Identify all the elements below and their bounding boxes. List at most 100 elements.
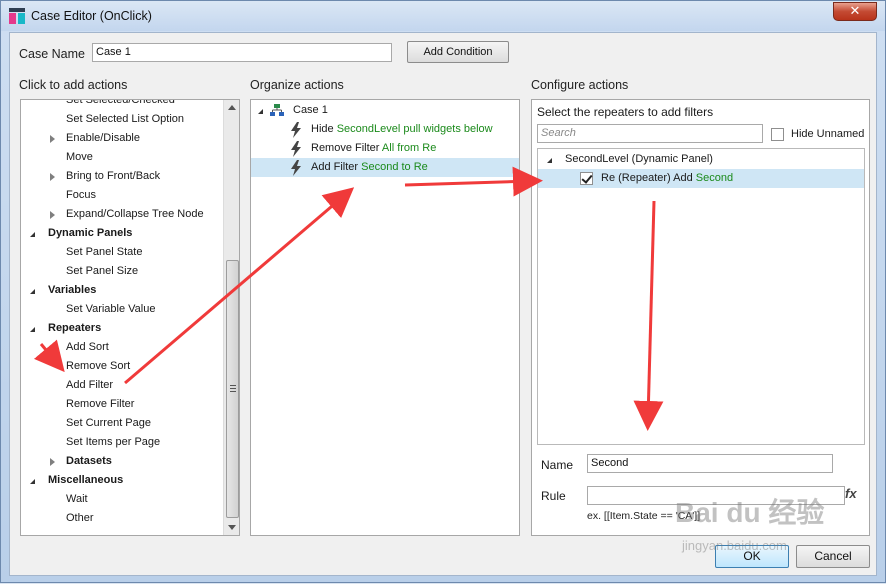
scroll-thumb[interactable]	[226, 260, 239, 518]
case-tree-icon	[270, 104, 284, 116]
tree-node-label: Re (Repeater) Add Second	[601, 172, 734, 184]
action-label: Set Variable Value	[66, 303, 156, 315]
action-label: Remove Filter	[66, 398, 135, 410]
action-label: Miscellaneous	[48, 474, 124, 486]
action-label: Set Selected/Checked	[66, 99, 175, 106]
action-label: Expand/Collapse Tree Node	[66, 208, 204, 220]
scroll-down-icon[interactable]	[228, 525, 236, 530]
action-label: Set Selected List Option	[66, 113, 185, 125]
select-repeaters-label: Select the repeaters to add filters	[537, 105, 714, 119]
repeater-checkbox[interactable]	[580, 172, 593, 185]
window-title: Case Editor (OnClick)	[31, 9, 152, 23]
collapse-icon[interactable]	[30, 289, 35, 294]
case-tree-node[interactable]: Case 1	[251, 101, 519, 120]
action-item[interactable]: Add Sort	[21, 338, 221, 357]
rule-label: Rule	[541, 489, 566, 503]
lightning-icon	[291, 122, 301, 138]
action-item[interactable]: Enable/Disable	[21, 129, 221, 148]
lightning-icon	[291, 141, 301, 157]
watermark-url: jingyan.baidu.com	[682, 538, 787, 553]
filter-name-input[interactable]: Second	[587, 454, 833, 473]
action-category[interactable]: Variables	[21, 281, 221, 300]
action-text: Hide SecondLevel pull widgets below	[311, 123, 493, 135]
tree-node-label: SecondLevel (Dynamic Panel)	[565, 153, 713, 165]
hide-unnamed-checkbox[interactable]	[771, 128, 784, 141]
case-editor-window: Case Editor (OnClick) ✕ Case Name Case 1…	[0, 0, 886, 583]
add-condition-button[interactable]: Add Condition	[407, 41, 509, 63]
repeater-search-input[interactable]: Search	[537, 124, 763, 143]
expand-icon[interactable]	[50, 458, 55, 466]
tree-node-dynamic-panel[interactable]: SecondLevel (Dynamic Panel)	[538, 150, 864, 169]
left-column-header: Click to add actions	[19, 78, 128, 92]
configure-actions-panel: Select the repeaters to add filters Sear…	[531, 99, 870, 536]
watermark-brand: Bai du 经验	[675, 497, 825, 528]
action-category[interactable]: Datasets	[21, 452, 221, 471]
organized-action[interactable]: Remove Filter All from Re	[251, 139, 519, 158]
action-label: Remove Sort	[66, 360, 131, 372]
close-icon[interactable]: ✕	[833, 2, 877, 21]
organized-action[interactable]: Hide SecondLevel pull widgets below	[251, 120, 519, 139]
expand-icon[interactable]	[50, 173, 55, 181]
action-label: Bring to Front/Back	[66, 170, 161, 182]
action-label: Focus	[66, 189, 96, 201]
action-item[interactable]: Set Selected/Checked	[21, 99, 221, 110]
lightning-icon	[291, 160, 301, 176]
action-item[interactable]: Wait	[21, 490, 221, 509]
title-bar[interactable]: Case Editor (OnClick) ✕	[1, 1, 885, 31]
name-label: Name	[541, 458, 574, 472]
action-category[interactable]: Miscellaneous	[21, 471, 221, 490]
actions-scrollbar[interactable]	[223, 100, 239, 535]
action-item[interactable]: Set Items per Page	[21, 433, 221, 452]
action-item[interactable]: Bring to Front/Back	[21, 167, 221, 186]
tree-node-repeater[interactable]: Re (Repeater) Add Second	[538, 169, 864, 188]
action-label: Set Items per Page	[66, 436, 161, 448]
action-item[interactable]: Set Variable Value	[21, 300, 221, 319]
collapse-icon[interactable]	[30, 479, 35, 484]
action-item[interactable]: Remove Sort	[21, 357, 221, 376]
action-label: Add Sort	[66, 341, 109, 353]
action-label: Add Filter	[66, 379, 114, 391]
middle-column-header: Organize actions	[250, 78, 344, 92]
hide-unnamed-label: Hide Unnamed	[791, 128, 865, 140]
action-label: Datasets	[66, 455, 112, 467]
action-label: Set Panel Size	[66, 265, 139, 277]
action-label: Set Current Page	[66, 417, 151, 429]
collapse-icon[interactable]	[547, 158, 552, 163]
actions-list-panel: Set Selected/Checked Set Selected List Op…	[20, 99, 240, 536]
action-label: Other	[66, 512, 94, 524]
action-item[interactable]: Move	[21, 148, 221, 167]
dialog-client: Case Name Case 1 Add Condition Click to …	[9, 32, 877, 576]
action-label: Set Panel State	[66, 246, 143, 258]
action-category[interactable]: Repeaters	[21, 319, 221, 338]
action-item[interactable]: Set Current Page	[21, 414, 221, 433]
action-text: Remove Filter All from Re	[311, 142, 437, 154]
case-label: Case 1	[293, 104, 328, 116]
action-item[interactable]: Add Filter	[21, 376, 221, 395]
fx-icon[interactable]: fx	[845, 486, 857, 501]
expand-icon[interactable]	[50, 211, 55, 219]
action-item[interactable]: Other	[21, 509, 221, 528]
organized-action[interactable]: Add Filter Second to Re	[251, 158, 519, 177]
action-label: Enable/Disable	[66, 132, 140, 144]
action-label: Repeaters	[48, 322, 102, 334]
right-column-header: Configure actions	[531, 78, 629, 92]
collapse-icon[interactable]	[258, 109, 263, 114]
action-item[interactable]: Set Panel Size	[21, 262, 221, 281]
action-text: Add Filter Second to Re	[311, 161, 428, 173]
axure-app-icon	[9, 8, 25, 24]
action-item[interactable]: Focus	[21, 186, 221, 205]
action-item[interactable]: Expand/Collapse Tree Node	[21, 205, 221, 224]
scroll-up-icon[interactable]	[228, 105, 236, 110]
action-item[interactable]: Set Panel State	[21, 243, 221, 262]
action-item[interactable]: Remove Filter	[21, 395, 221, 414]
action-label: Wait	[66, 493, 88, 505]
action-item[interactable]: Set Selected List Option	[21, 110, 221, 129]
collapse-icon[interactable]	[30, 327, 35, 332]
action-category[interactable]: Dynamic Panels	[21, 224, 221, 243]
cancel-button[interactable]: Cancel	[796, 545, 870, 568]
case-name-label: Case Name	[19, 47, 85, 61]
collapse-icon[interactable]	[30, 232, 35, 237]
repeater-tree: SecondLevel (Dynamic Panel) Re (Repeater…	[537, 148, 865, 445]
case-name-input[interactable]: Case 1	[92, 43, 392, 62]
expand-icon[interactable]	[50, 135, 55, 143]
